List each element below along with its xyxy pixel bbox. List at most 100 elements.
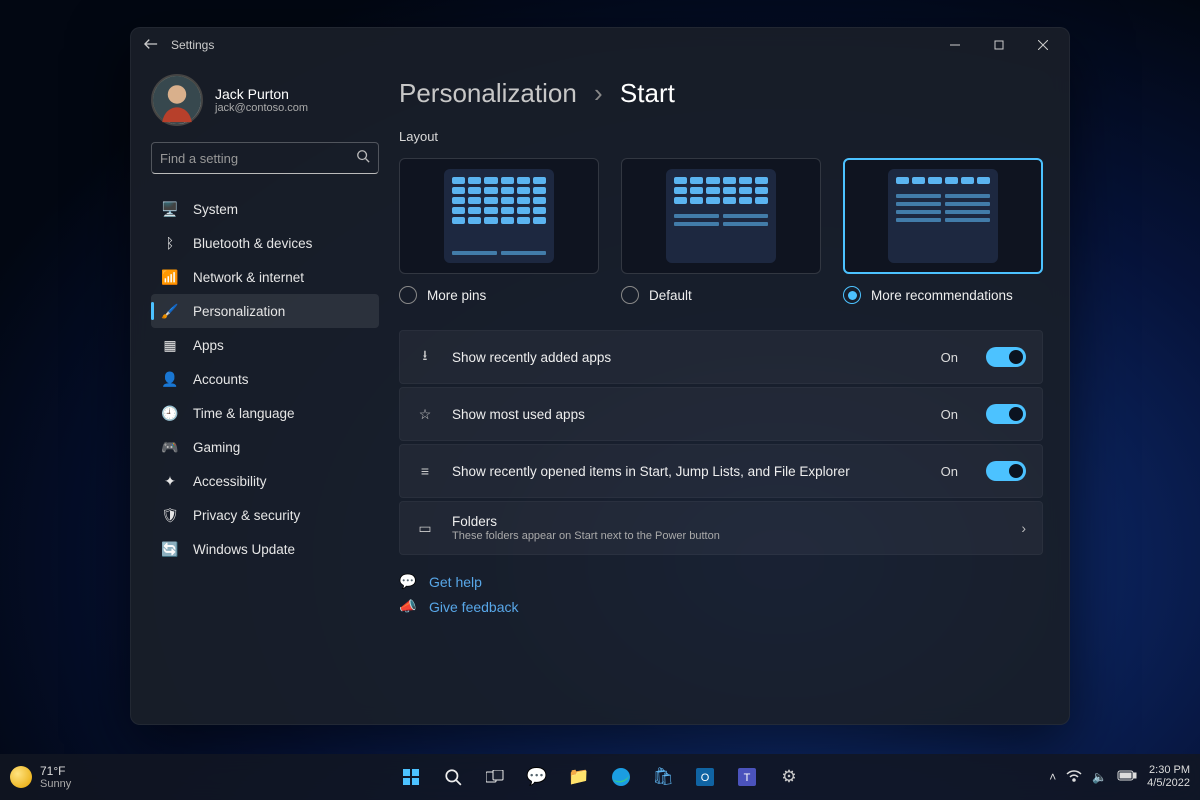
setting-icon: ▭ [416, 520, 434, 537]
settings-taskbar-icon[interactable]: ⚙ [770, 758, 808, 796]
tray-overflow-icon[interactable]: ˄ [1049, 770, 1056, 784]
radio-icon [399, 286, 417, 304]
explorer-icon[interactable]: 📁 [560, 758, 598, 796]
minimize-button[interactable] [933, 28, 977, 62]
volume-icon[interactable]: 🔈 [1092, 770, 1107, 784]
nav-icon: 🛡 [161, 507, 179, 524]
teams-icon[interactable]: T [728, 758, 766, 796]
nav-item-accessibility[interactable]: ✦Accessibility [151, 464, 379, 498]
help-label: Give feedback [429, 599, 519, 615]
nav-label: Network & internet [193, 270, 304, 285]
layout-option-more-recommendations[interactable]: More recommendations [843, 158, 1043, 304]
setting-icon: ☆ [416, 406, 434, 423]
toggle-state: On [941, 407, 958, 422]
nav-item-gaming[interactable]: 🎮Gaming [151, 430, 379, 464]
maximize-button[interactable] [977, 28, 1021, 62]
search-taskbar-icon[interactable] [434, 758, 472, 796]
user-email: jack@contoso.com [215, 102, 308, 114]
main-content: Personalization › Start Layout More pins… [391, 62, 1069, 724]
toggle-switch[interactable] [986, 404, 1026, 424]
nav-item-accounts[interactable]: 👤 Accounts [151, 362, 379, 396]
taskbar: 71°F Sunny 💬 📁 🛍 O T ⚙ ˄ 🔈 [0, 754, 1200, 800]
nav-item-system[interactable]: 🖥️System [151, 192, 379, 226]
nav-icon: 🔄 [161, 541, 179, 558]
nav-label: Apps [193, 338, 224, 353]
battery-icon[interactable] [1117, 770, 1137, 784]
nav-item-bluetooth-devices[interactable]: ᛒBluetooth & devices [151, 226, 379, 260]
system-tray: ˄ 🔈 2:30 PM 4/5/2022 [1049, 764, 1190, 789]
setting-label: Folders [452, 514, 720, 529]
nav-icon: 👤 [161, 371, 179, 388]
titlebar: Settings [131, 28, 1069, 62]
nav-item-time-language[interactable]: 🕘Time & language [151, 396, 379, 430]
taskview-icon[interactable] [476, 758, 514, 796]
layout-option-default[interactable]: Default [621, 158, 821, 304]
breadcrumb-parent[interactable]: Personalization [399, 78, 577, 108]
clock-time: 2:30 PM [1147, 764, 1190, 777]
weather-temp: 71°F [40, 764, 71, 778]
setting-desc: These folders appear on Start next to th… [452, 530, 720, 542]
layout-preview [621, 158, 821, 274]
nav-item-network-internet[interactable]: 📶 Network & internet [151, 260, 379, 294]
nav-icon: 🎮 [161, 439, 179, 456]
help-icon: 📣 [399, 598, 417, 615]
wifi-icon[interactable] [1066, 770, 1082, 785]
weather-widget[interactable]: 71°F Sunny [10, 764, 71, 790]
nav-label: Personalization [193, 304, 285, 319]
setting-label: Show recently opened items in Start, Jum… [452, 464, 850, 479]
weather-cond: Sunny [40, 778, 71, 790]
nav-icon: 📶 [161, 269, 179, 286]
toggle-switch[interactable] [986, 461, 1026, 481]
window-title: Settings [171, 38, 214, 52]
breadcrumb-sep: › [594, 78, 603, 108]
desktop: Settings Jack Purton jack@contoso.com [0, 0, 1200, 800]
setting-row[interactable]: ⭳ Show recently added apps On [399, 330, 1043, 384]
layout-label: More recommendations [871, 288, 1013, 303]
avatar [151, 74, 203, 126]
nav-label: Windows Update [193, 542, 295, 557]
nav-icon: ᛒ [161, 235, 179, 251]
nav-icon: 🖥️ [161, 201, 179, 218]
layout-preview [843, 158, 1043, 274]
setting-row[interactable]: ≡ Show recently opened items in Start, Ju… [399, 444, 1043, 498]
store-icon[interactable]: 🛍 [644, 758, 682, 796]
nav-item-personalization[interactable]: 🖌️Personalization [151, 294, 379, 328]
start-icon[interactable] [392, 758, 430, 796]
nav-item-apps[interactable]: ▦ Apps [151, 328, 379, 362]
toggle-state: On [941, 350, 958, 365]
back-button[interactable] [135, 37, 167, 54]
nav-icon: ▦ [161, 337, 179, 354]
search-box[interactable] [151, 142, 379, 174]
chat-icon[interactable]: 💬 [518, 758, 556, 796]
setting-row[interactable]: ☆Show most used appsOn [399, 387, 1043, 441]
nav-icon: 🕘 [161, 405, 179, 422]
help-link[interactable]: 💬Get help [399, 573, 1043, 590]
layout-option-more-pins[interactable]: More pins [399, 158, 599, 304]
layout-section-label: Layout [399, 129, 1043, 144]
search-input[interactable] [160, 151, 356, 166]
user-name: Jack Purton [215, 86, 308, 102]
clock[interactable]: 2:30 PM 4/5/2022 [1147, 764, 1190, 789]
nav-item-privacy-security[interactable]: 🛡 Privacy & security [151, 498, 379, 532]
help-label: Get help [429, 574, 482, 590]
settings-rows: ⭳Show recently added appsOn☆Show most us… [399, 330, 1043, 555]
layout-label: Default [649, 288, 692, 303]
nav-label: Accounts [193, 372, 249, 387]
radio-icon [621, 286, 639, 304]
setting-row[interactable]: ▭ FoldersThese folders appear on Start ne… [399, 501, 1043, 555]
nav-list: 🖥️SystemᛒBluetooth & devices 📶 Network & i… [151, 192, 379, 566]
sidebar: Jack Purton jack@contoso.com 🖥️SystemᛒBl… [131, 62, 391, 724]
setting-icon: ≡ [416, 463, 434, 479]
nav-item-windows-update[interactable]: 🔄 Windows Update [151, 532, 379, 566]
outlook-icon[interactable]: O [686, 758, 724, 796]
user-account[interactable]: Jack Purton jack@contoso.com [151, 74, 379, 126]
edge-icon[interactable] [602, 758, 640, 796]
chevron-right-icon: › [1021, 520, 1026, 536]
help-link[interactable]: 📣 Give feedback [399, 598, 1043, 615]
close-button[interactable] [1021, 28, 1065, 62]
nav-label: Privacy & security [193, 508, 300, 523]
toggle-switch[interactable] [986, 347, 1026, 367]
setting-icon: ⭳ [416, 345, 434, 369]
setting-label: Show recently added apps [452, 350, 611, 365]
svg-text:O: O [701, 772, 710, 784]
